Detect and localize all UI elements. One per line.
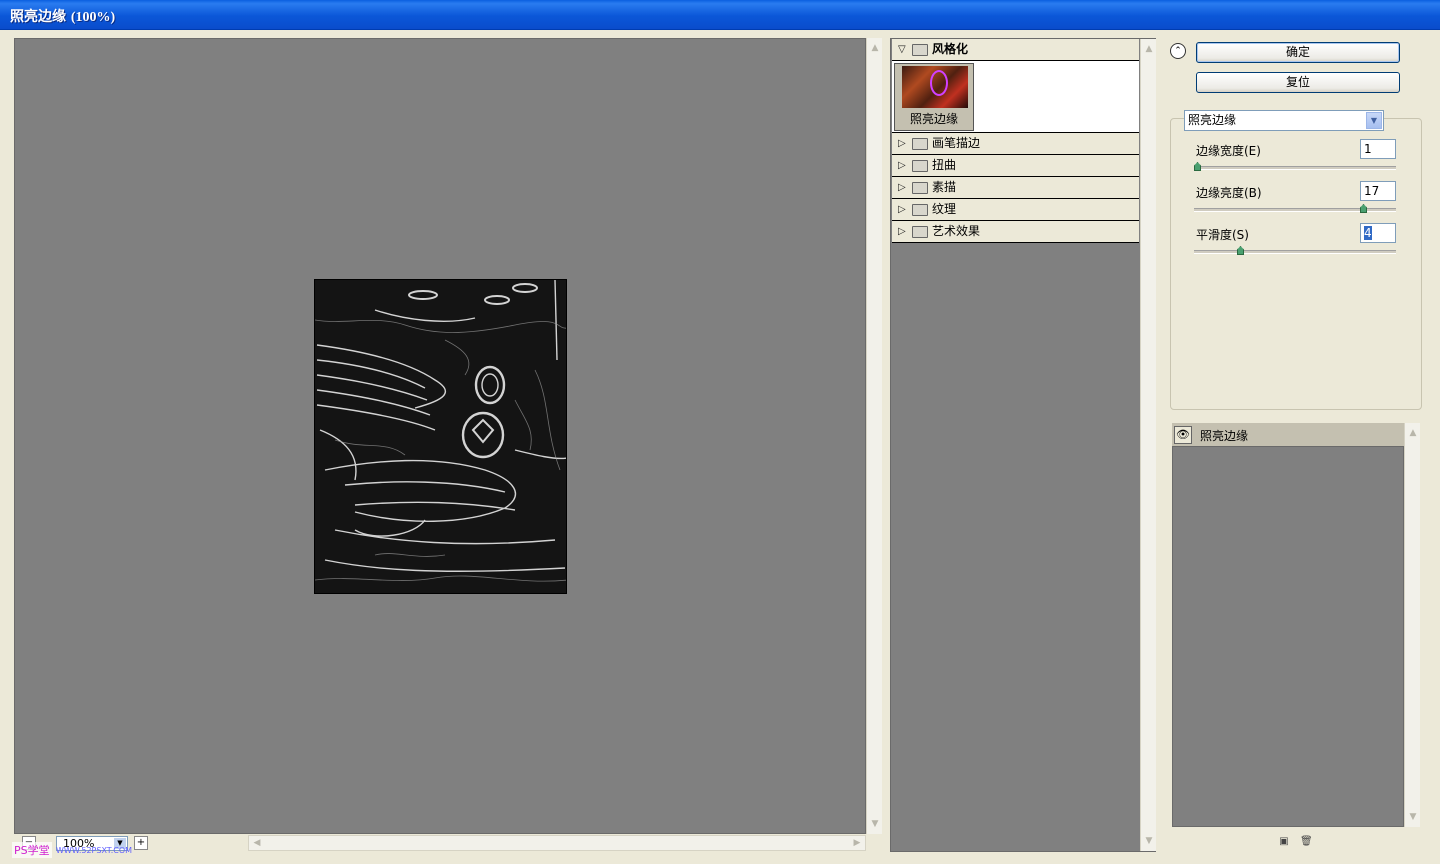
category-brush-strokes[interactable]: ▷ 画笔描边 (892, 133, 1139, 155)
preview-image[interactable] (314, 279, 567, 594)
category-label: 扭曲 (932, 158, 957, 172)
scroll-up-icon[interactable]: ▲ (1141, 41, 1157, 57)
effect-layers-panel (1172, 423, 1404, 827)
delete-effect-layer-icon[interactable]: 🗑 (1300, 836, 1313, 848)
category-label: 画笔描边 (932, 136, 981, 150)
collapsed-triangle-icon[interactable]: ▷ (898, 177, 906, 198)
preview-vertical-scrollbar[interactable]: ▲ ▼ (866, 38, 882, 834)
gallery-scrollbar[interactable]: ▲ ▼ (1140, 39, 1156, 851)
filter-thumb-glowing-edges[interactable]: 照亮边缘 (894, 63, 974, 131)
window-title-zoom: (100%) (70, 10, 116, 25)
preview-horizontal-scrollbar[interactable]: ◀ ▶ (248, 835, 866, 851)
watermark-logo: PS学堂 (12, 842, 52, 858)
category-label: 素描 (932, 180, 957, 194)
category-artistic[interactable]: ▷ 艺术效果 (892, 221, 1139, 243)
filter-select-value: 照亮边缘 (1188, 113, 1237, 127)
expanded-triangle-icon[interactable]: ▽ (898, 39, 906, 60)
category-label: 风格化 (932, 42, 969, 56)
window-title-text: 照亮边缘 (10, 9, 66, 25)
smoothness-slider[interactable] (1194, 246, 1396, 255)
edge-width-slider[interactable] (1194, 162, 1396, 171)
folder-icon (912, 182, 928, 194)
filter-category-list: ▽ 风格化 照亮边缘 ▷ 画笔描边 ▷ 扭曲 ▷ 素描 ▷ 纹理 ▷ 艺术效果 (892, 39, 1139, 243)
category-label: 艺术效果 (932, 224, 981, 238)
ok-button[interactable]: 确定 (1196, 42, 1400, 63)
scroll-up-icon[interactable]: ▲ (1405, 425, 1421, 441)
folder-icon (912, 226, 928, 238)
filter-settings-group (1170, 118, 1422, 410)
category-label: 纹理 (932, 202, 957, 216)
category-sketch[interactable]: ▷ 素描 (892, 177, 1139, 199)
scroll-right-icon[interactable]: ▶ (849, 835, 865, 851)
folder-icon (912, 204, 928, 216)
smoothness-label: 平滑度(S) (1196, 228, 1249, 242)
edge-width-label: 边缘宽度(E) (1196, 144, 1261, 158)
collapsed-triangle-icon[interactable]: ▷ (898, 221, 906, 242)
filter-thumb-label: 照亮边缘 (909, 112, 958, 126)
layers-scrollbar[interactable]: ▲ ▼ (1404, 423, 1420, 827)
scroll-down-icon[interactable]: ▼ (1141, 833, 1157, 849)
window-title: 照亮边缘 (100%) (10, 6, 115, 26)
new-effect-layer-icon[interactable]: ▣ (1278, 836, 1290, 848)
zoom-in-button[interactable]: + (134, 836, 148, 850)
title-bar: 照亮边缘 (100%) (0, 0, 1440, 30)
effect-layer-row[interactable]: 👁 照亮边缘 (1172, 423, 1404, 447)
category-texture[interactable]: ▷ 纹理 (892, 199, 1139, 221)
collapsed-triangle-icon[interactable]: ▷ (898, 133, 906, 154)
filter-select[interactable]: 照亮边缘 ▼ (1184, 110, 1384, 131)
filter-thumbnail-image (902, 66, 968, 108)
edge-brightness-label: 边缘亮度(B) (1196, 186, 1262, 200)
category-distort[interactable]: ▷ 扭曲 (892, 155, 1139, 177)
category-stylize[interactable]: ▽ 风格化 (892, 39, 1139, 61)
eye-icon[interactable]: 👁 (1174, 426, 1192, 444)
scroll-down-icon[interactable]: ▼ (1405, 809, 1421, 825)
collapsed-triangle-icon[interactable]: ▷ (898, 199, 906, 220)
category-stylize-contents: 照亮边缘 (892, 61, 1139, 133)
folder-icon (912, 160, 928, 172)
effect-layer-name: 照亮边缘 (1200, 429, 1249, 443)
glowing-edges-image (315, 280, 566, 593)
edge-brightness-slider[interactable] (1194, 204, 1396, 213)
reset-button[interactable]: 复位 (1196, 72, 1400, 93)
scroll-down-icon[interactable]: ▼ (867, 816, 883, 832)
smoothness-input[interactable]: 4 (1360, 223, 1396, 243)
smoothness-value: 4 (1364, 226, 1372, 240)
folder-icon (912, 138, 928, 150)
edge-width-input[interactable]: 1 (1360, 139, 1396, 159)
scroll-left-icon[interactable]: ◀ (249, 835, 265, 851)
folder-open-icon (912, 44, 928, 56)
collapse-gallery-button[interactable]: ⌃ (1170, 43, 1186, 59)
watermark-url: WWW.52PSXT.COM (56, 846, 133, 855)
chevron-down-icon[interactable]: ▼ (1366, 112, 1382, 129)
scroll-up-icon[interactable]: ▲ (867, 40, 883, 56)
edge-brightness-input[interactable]: 17 (1360, 181, 1396, 201)
collapsed-triangle-icon[interactable]: ▷ (898, 155, 906, 176)
